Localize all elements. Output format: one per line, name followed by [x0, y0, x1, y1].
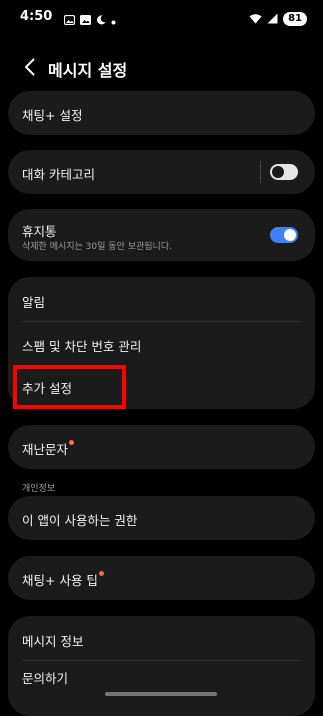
disaster-messages-label: 재난문자 [22, 439, 75, 458]
app-permissions-label: 이 앱이 사용하는 권한 [22, 513, 138, 528]
gallery-icon [63, 10, 76, 29]
image-icon [80, 10, 91, 29]
toggle-knob [284, 229, 296, 241]
chat-plus-tips-item[interactable]: 채팅+ 사용 팁 [8, 556, 315, 600]
header: 메시지 설정 [0, 48, 323, 86]
notifications-item[interactable]: 알림 [8, 277, 315, 321]
battery-icon: 81 [283, 11, 307, 26]
page-title: 메시지 설정 [48, 61, 128, 80]
more-settings-item[interactable]: 추가 설정 [8, 365, 315, 409]
chat-plus-settings-label: 채팅+ 설정 [22, 108, 83, 123]
toggle-knob [272, 166, 284, 178]
trash-subtitle: 삭제한 메시지는 30일 동안 보관됩니다. [22, 242, 172, 252]
dot-icon [111, 10, 116, 29]
status-bar: 4:50 81 [0, 0, 323, 34]
disaster-messages-item[interactable]: 재난문자 [8, 425, 315, 469]
conversation-category-item[interactable]: 대화 카테고리 [8, 150, 315, 194]
settings-group: 알림 스팸 및 차단 번호 관리 추가 설정 [8, 277, 315, 409]
chat-plus-settings-item[interactable]: 채팅+ 설정 [8, 91, 315, 135]
home-indicator [105, 692, 217, 696]
wifi-icon [249, 9, 262, 28]
contact-us-item[interactable]: 문의하기 [8, 660, 315, 704]
status-system-icons: 81 [249, 9, 307, 28]
notifications-label: 알림 [22, 295, 46, 310]
signal-icon [267, 9, 278, 28]
moon-icon [96, 10, 106, 29]
conversation-category-toggle[interactable] [270, 164, 298, 180]
privacy-section-label: 개인정보 [22, 484, 56, 494]
status-time: 4:50 [20, 9, 53, 24]
trash-item[interactable]: 휴지통 삭제한 메시지는 30일 동안 보관됩니다. [8, 209, 315, 261]
info-group: 메시지 정보 문의하기 [8, 616, 315, 716]
trash-label: 휴지통 [22, 224, 57, 239]
new-badge-dot [98, 571, 104, 576]
spam-block-item[interactable]: 스팸 및 차단 번호 관리 [8, 321, 315, 365]
trash-toggle[interactable] [270, 227, 298, 243]
back-button[interactable] [16, 53, 44, 81]
disaster-messages-text: 재난문자 [22, 442, 69, 457]
message-info-item[interactable]: 메시지 정보 [8, 616, 315, 660]
more-settings-label: 추가 설정 [22, 381, 72, 396]
status-notification-icons [63, 10, 116, 29]
spam-block-label: 스팸 및 차단 번호 관리 [22, 339, 142, 354]
chevron-left-icon [25, 58, 35, 76]
contact-us-label: 문의하기 [22, 671, 69, 686]
app-permissions-item[interactable]: 이 앱이 사용하는 권한 [8, 496, 315, 540]
conversation-category-label: 대화 카테고리 [22, 167, 95, 182]
message-info-label: 메시지 정보 [22, 634, 84, 649]
toggle-divider [260, 161, 261, 183]
chat-plus-tips-text: 채팅+ 사용 팁 [22, 573, 98, 588]
new-badge-dot [69, 440, 75, 445]
chat-plus-tips-label: 채팅+ 사용 팁 [22, 570, 104, 589]
